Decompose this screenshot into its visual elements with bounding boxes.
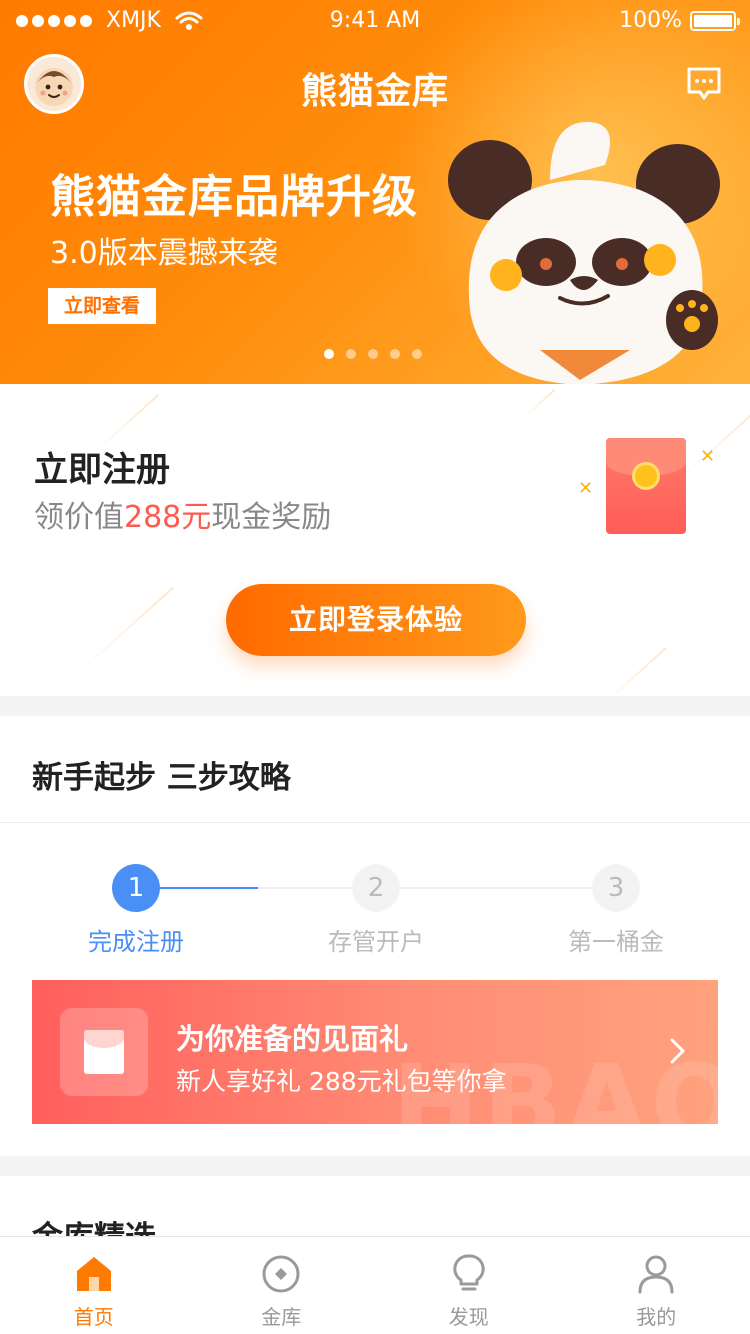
step-1[interactable]: 1 完成注册 (36, 864, 236, 957)
banner-title: 熊猫金库品牌升级 (50, 170, 419, 223)
tab-label: 发现 (448, 1305, 489, 1329)
hero-banner[interactable]: XMJK 9:41 AM 100% 熊猫金库 熊猫金库品牌升级 3.0版本震撼来… (0, 0, 750, 384)
pager-dot[interactable] (412, 349, 422, 359)
envelope-icon (60, 1008, 148, 1096)
banner-pager[interactable] (324, 349, 422, 359)
bulb-icon (453, 1254, 485, 1291)
battery-icon (690, 10, 740, 31)
tab-bar: 首页 金库 发现 我的 (0, 1236, 750, 1334)
gift-subtitle: 新人享好礼 288元礼包等你拿 (176, 1067, 507, 1096)
decor-streak (524, 388, 556, 418)
tab-vault[interactable]: 金库 (188, 1237, 376, 1334)
guide-title: 新手起步 三步攻略 (32, 760, 291, 796)
step-2[interactable]: 2 存管开户 (276, 864, 476, 957)
banner-subtitle: 3.0版本震撼来袭 (50, 236, 278, 271)
decor-streak (682, 408, 750, 478)
step-label: 完成注册 (88, 928, 184, 956)
tab-label: 我的 (636, 1305, 677, 1329)
app-title: 熊猫金库 (300, 71, 449, 112)
step-label: 第一桶金 (568, 928, 664, 956)
register-subtitle-prefix: 领价值 (34, 500, 124, 535)
user-icon (638, 1255, 674, 1294)
pager-dot[interactable] (324, 349, 334, 359)
sparkle-icon: ✕ (578, 478, 594, 499)
step-number: 3 (592, 864, 640, 912)
message-icon[interactable] (686, 66, 722, 102)
battery-percent: 100% (619, 8, 682, 33)
welcome-gift-card[interactable]: HBAO 为你准备的见面礼 新人享好礼 288元礼包等你拿 (32, 980, 718, 1124)
view-now-button[interactable]: 立即查看 (48, 288, 156, 324)
beginner-guide: 新手起步 三步攻略 1 完成注册 2 存管开户 3 第一桶金 HBAO 为你准备… (0, 716, 750, 1156)
divider (0, 822, 750, 823)
tab-home[interactable]: 首页 (0, 1237, 188, 1334)
register-title: 立即注册 (34, 450, 170, 490)
step-number: 1 (112, 864, 160, 912)
vault-icon (262, 1255, 300, 1293)
step-3[interactable]: 3 第一桶金 (516, 864, 716, 957)
reward-amount: 288元 (124, 500, 212, 535)
status-bar: XMJK 9:41 AM 100% (0, 0, 750, 40)
decor-streak (605, 647, 667, 696)
pager-dot[interactable] (368, 349, 378, 359)
pager-dot[interactable] (346, 349, 356, 359)
register-subtitle: 领价值288元现金奖励 (34, 492, 331, 536)
chevron-right-icon (670, 1038, 685, 1064)
red-envelope-icon (606, 438, 686, 534)
register-card: 立即注册 领价值288元现金奖励 ✕ ✕ 立即登录体验 (0, 384, 750, 696)
sparkle-icon: ✕ (700, 446, 716, 467)
tab-discover[interactable]: 发现 (375, 1237, 563, 1334)
step-label: 存管开户 (328, 928, 424, 956)
gift-title: 为你准备的见面礼 (176, 1022, 409, 1056)
step-number: 2 (352, 864, 400, 912)
tab-label: 金库 (261, 1305, 302, 1329)
decor-streak (76, 586, 174, 676)
pager-dot[interactable] (390, 349, 400, 359)
home-icon (76, 1257, 111, 1291)
register-subtitle-suffix: 现金奖励 (211, 500, 332, 535)
login-experience-button[interactable]: 立即登录体验 (226, 584, 526, 656)
status-right: 100% (619, 8, 740, 33)
tab-label: 首页 (73, 1305, 114, 1329)
panda-mascot-icon (448, 121, 720, 384)
tab-mine[interactable]: 我的 (563, 1237, 750, 1334)
